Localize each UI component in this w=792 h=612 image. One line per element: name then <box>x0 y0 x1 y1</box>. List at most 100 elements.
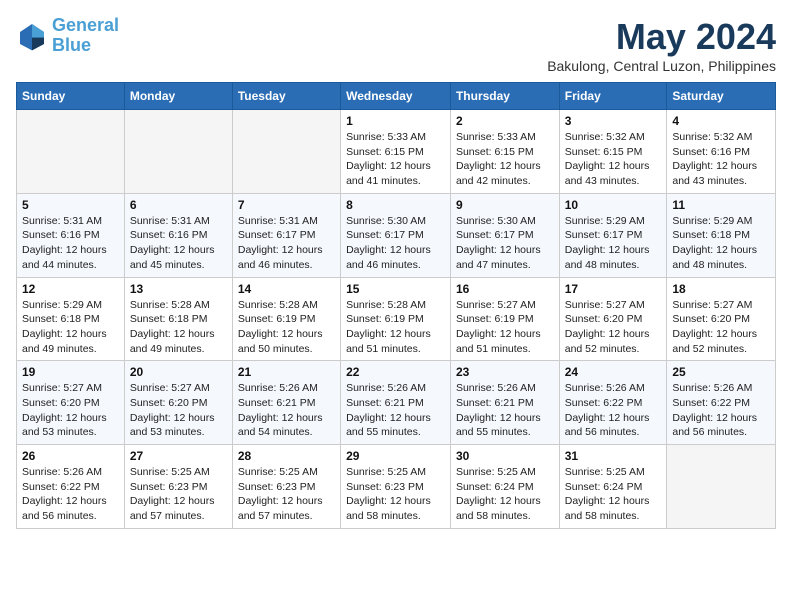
day-cell: 15 Sunrise: 5:28 AM Sunset: 6:19 PM Dayli… <box>341 277 451 361</box>
day-info: Sunrise: 5:26 AM Sunset: 6:21 PM Dayligh… <box>456 381 554 440</box>
day-number: 6 <box>130 198 227 212</box>
day-cell: 9 Sunrise: 5:30 AM Sunset: 6:17 PM Daylig… <box>450 193 559 277</box>
logo-line2: Blue <box>52 35 91 55</box>
day-info: Sunrise: 5:31 AM Sunset: 6:16 PM Dayligh… <box>130 214 227 273</box>
week-row-4: 19 Sunrise: 5:27 AM Sunset: 6:20 PM Dayli… <box>17 361 776 445</box>
weekday-header-friday: Friday <box>559 83 667 110</box>
day-number: 4 <box>672 114 770 128</box>
day-info: Sunrise: 5:27 AM Sunset: 6:19 PM Dayligh… <box>456 298 554 357</box>
day-number: 17 <box>565 282 662 296</box>
day-number: 13 <box>130 282 227 296</box>
day-number: 25 <box>672 365 770 379</box>
day-cell <box>124 110 232 194</box>
day-number: 11 <box>672 198 770 212</box>
day-number: 19 <box>22 365 119 379</box>
logo-text: General Blue <box>52 16 119 56</box>
day-number: 2 <box>456 114 554 128</box>
day-info: Sunrise: 5:30 AM Sunset: 6:17 PM Dayligh… <box>456 214 554 273</box>
day-number: 15 <box>346 282 445 296</box>
day-number: 26 <box>22 449 119 463</box>
day-cell: 11 Sunrise: 5:29 AM Sunset: 6:18 PM Dayli… <box>667 193 776 277</box>
day-number: 22 <box>346 365 445 379</box>
day-cell: 24Sunrise: 5:26 AM Sunset: 6:22 PM Dayli… <box>559 361 667 445</box>
day-number: 1 <box>346 114 445 128</box>
day-cell: 18 Sunrise: 5:27 AM Sunset: 6:20 PM Dayli… <box>667 277 776 361</box>
day-cell: 16Sunrise: 5:27 AM Sunset: 6:19 PM Dayli… <box>450 277 559 361</box>
day-info: Sunrise: 5:28 AM Sunset: 6:19 PM Dayligh… <box>346 298 445 357</box>
day-info: Sunrise: 5:25 AM Sunset: 6:23 PM Dayligh… <box>238 465 335 524</box>
day-info: Sunrise: 5:25 AM Sunset: 6:24 PM Dayligh… <box>565 465 662 524</box>
day-cell: 23 Sunrise: 5:26 AM Sunset: 6:21 PM Dayli… <box>450 361 559 445</box>
day-cell: 25Sunrise: 5:26 AM Sunset: 6:22 PM Dayli… <box>667 361 776 445</box>
day-info: Sunrise: 5:26 AM Sunset: 6:22 PM Dayligh… <box>565 381 662 440</box>
day-info: Sunrise: 5:27 AM Sunset: 6:20 PM Dayligh… <box>22 381 119 440</box>
calendar-table: SundayMondayTuesdayWednesdayThursdayFrid… <box>16 82 776 529</box>
day-cell: 28 Sunrise: 5:25 AM Sunset: 6:23 PM Dayli… <box>232 445 340 529</box>
day-info: Sunrise: 5:29 AM Sunset: 6:17 PM Dayligh… <box>565 214 662 273</box>
day-number: 23 <box>456 365 554 379</box>
logo-line1: General <box>52 15 119 35</box>
day-info: Sunrise: 5:26 AM Sunset: 6:21 PM Dayligh… <box>346 381 445 440</box>
day-info: Sunrise: 5:28 AM Sunset: 6:18 PM Dayligh… <box>130 298 227 357</box>
month-title: May 2024 <box>547 16 776 58</box>
day-cell: 12 Sunrise: 5:29 AM Sunset: 6:18 PM Dayli… <box>17 277 125 361</box>
day-info: Sunrise: 5:25 AM Sunset: 6:23 PM Dayligh… <box>346 465 445 524</box>
day-cell: 1Sunrise: 5:33 AM Sunset: 6:15 PM Daylig… <box>341 110 451 194</box>
day-info: Sunrise: 5:31 AM Sunset: 6:16 PM Dayligh… <box>22 214 119 273</box>
day-info: Sunrise: 5:31 AM Sunset: 6:17 PM Dayligh… <box>238 214 335 273</box>
day-cell: 30Sunrise: 5:25 AM Sunset: 6:24 PM Dayli… <box>450 445 559 529</box>
day-number: 7 <box>238 198 335 212</box>
day-info: Sunrise: 5:25 AM Sunset: 6:23 PM Dayligh… <box>130 465 227 524</box>
location: Bakulong, Central Luzon, Philippines <box>547 58 776 74</box>
day-cell: 21 Sunrise: 5:26 AM Sunset: 6:21 PM Dayli… <box>232 361 340 445</box>
day-cell: 26 Sunrise: 5:26 AM Sunset: 6:22 PM Dayli… <box>17 445 125 529</box>
title-block: May 2024 Bakulong, Central Luzon, Philip… <box>547 16 776 74</box>
weekday-header-wednesday: Wednesday <box>341 83 451 110</box>
day-cell: 6 Sunrise: 5:31 AM Sunset: 6:16 PM Daylig… <box>124 193 232 277</box>
day-number: 31 <box>565 449 662 463</box>
day-number: 5 <box>22 198 119 212</box>
day-cell: 27Sunrise: 5:25 AM Sunset: 6:23 PM Dayli… <box>124 445 232 529</box>
day-number: 3 <box>565 114 662 128</box>
logo: General Blue <box>16 16 119 56</box>
day-cell: 10Sunrise: 5:29 AM Sunset: 6:17 PM Dayli… <box>559 193 667 277</box>
day-info: Sunrise: 5:27 AM Sunset: 6:20 PM Dayligh… <box>130 381 227 440</box>
page-header: General Blue May 2024 Bakulong, Central … <box>16 16 776 74</box>
week-row-2: 5 Sunrise: 5:31 AM Sunset: 6:16 PM Daylig… <box>17 193 776 277</box>
day-cell: 29Sunrise: 5:25 AM Sunset: 6:23 PM Dayli… <box>341 445 451 529</box>
day-info: Sunrise: 5:29 AM Sunset: 6:18 PM Dayligh… <box>22 298 119 357</box>
week-row-3: 12 Sunrise: 5:29 AM Sunset: 6:18 PM Dayli… <box>17 277 776 361</box>
day-info: Sunrise: 5:33 AM Sunset: 6:15 PM Dayligh… <box>456 130 554 189</box>
day-number: 9 <box>456 198 554 212</box>
day-cell <box>17 110 125 194</box>
day-info: Sunrise: 5:27 AM Sunset: 6:20 PM Dayligh… <box>672 298 770 357</box>
day-cell: 19 Sunrise: 5:27 AM Sunset: 6:20 PM Dayli… <box>17 361 125 445</box>
day-cell: 4Sunrise: 5:32 AM Sunset: 6:16 PM Daylig… <box>667 110 776 194</box>
day-info: Sunrise: 5:29 AM Sunset: 6:18 PM Dayligh… <box>672 214 770 273</box>
weekday-header-saturday: Saturday <box>667 83 776 110</box>
week-row-1: 1 Sunrise: 5:33 AM Sunset: 6:15 PM Daylig… <box>17 110 776 194</box>
day-number: 18 <box>672 282 770 296</box>
day-cell <box>667 445 776 529</box>
logo-icon <box>16 20 48 52</box>
week-row-5: 26 Sunrise: 5:26 AM Sunset: 6:22 PM Dayli… <box>17 445 776 529</box>
day-info: Sunrise: 5:26 AM Sunset: 6:22 PM Dayligh… <box>22 465 119 524</box>
day-cell: 3 Sunrise: 5:32 AM Sunset: 6:15 PM Daylig… <box>559 110 667 194</box>
day-cell: 7 Sunrise: 5:31 AM Sunset: 6:17 PM Daylig… <box>232 193 340 277</box>
day-cell: 31 Sunrise: 5:25 AM Sunset: 6:24 PM Dayli… <box>559 445 667 529</box>
day-info: Sunrise: 5:27 AM Sunset: 6:20 PM Dayligh… <box>565 298 662 357</box>
weekday-header-sunday: Sunday <box>17 83 125 110</box>
weekday-header-thursday: Thursday <box>450 83 559 110</box>
day-cell: 14Sunrise: 5:28 AM Sunset: 6:19 PM Dayli… <box>232 277 340 361</box>
day-number: 20 <box>130 365 227 379</box>
day-cell: 8Sunrise: 5:30 AM Sunset: 6:17 PM Daylig… <box>341 193 451 277</box>
day-number: 12 <box>22 282 119 296</box>
day-cell: 2 Sunrise: 5:33 AM Sunset: 6:15 PM Daylig… <box>450 110 559 194</box>
day-cell: 20 Sunrise: 5:27 AM Sunset: 6:20 PM Dayli… <box>124 361 232 445</box>
day-number: 28 <box>238 449 335 463</box>
day-number: 8 <box>346 198 445 212</box>
day-info: Sunrise: 5:26 AM Sunset: 6:21 PM Dayligh… <box>238 381 335 440</box>
day-info: Sunrise: 5:32 AM Sunset: 6:15 PM Dayligh… <box>565 130 662 189</box>
day-number: 21 <box>238 365 335 379</box>
weekday-header-monday: Monday <box>124 83 232 110</box>
